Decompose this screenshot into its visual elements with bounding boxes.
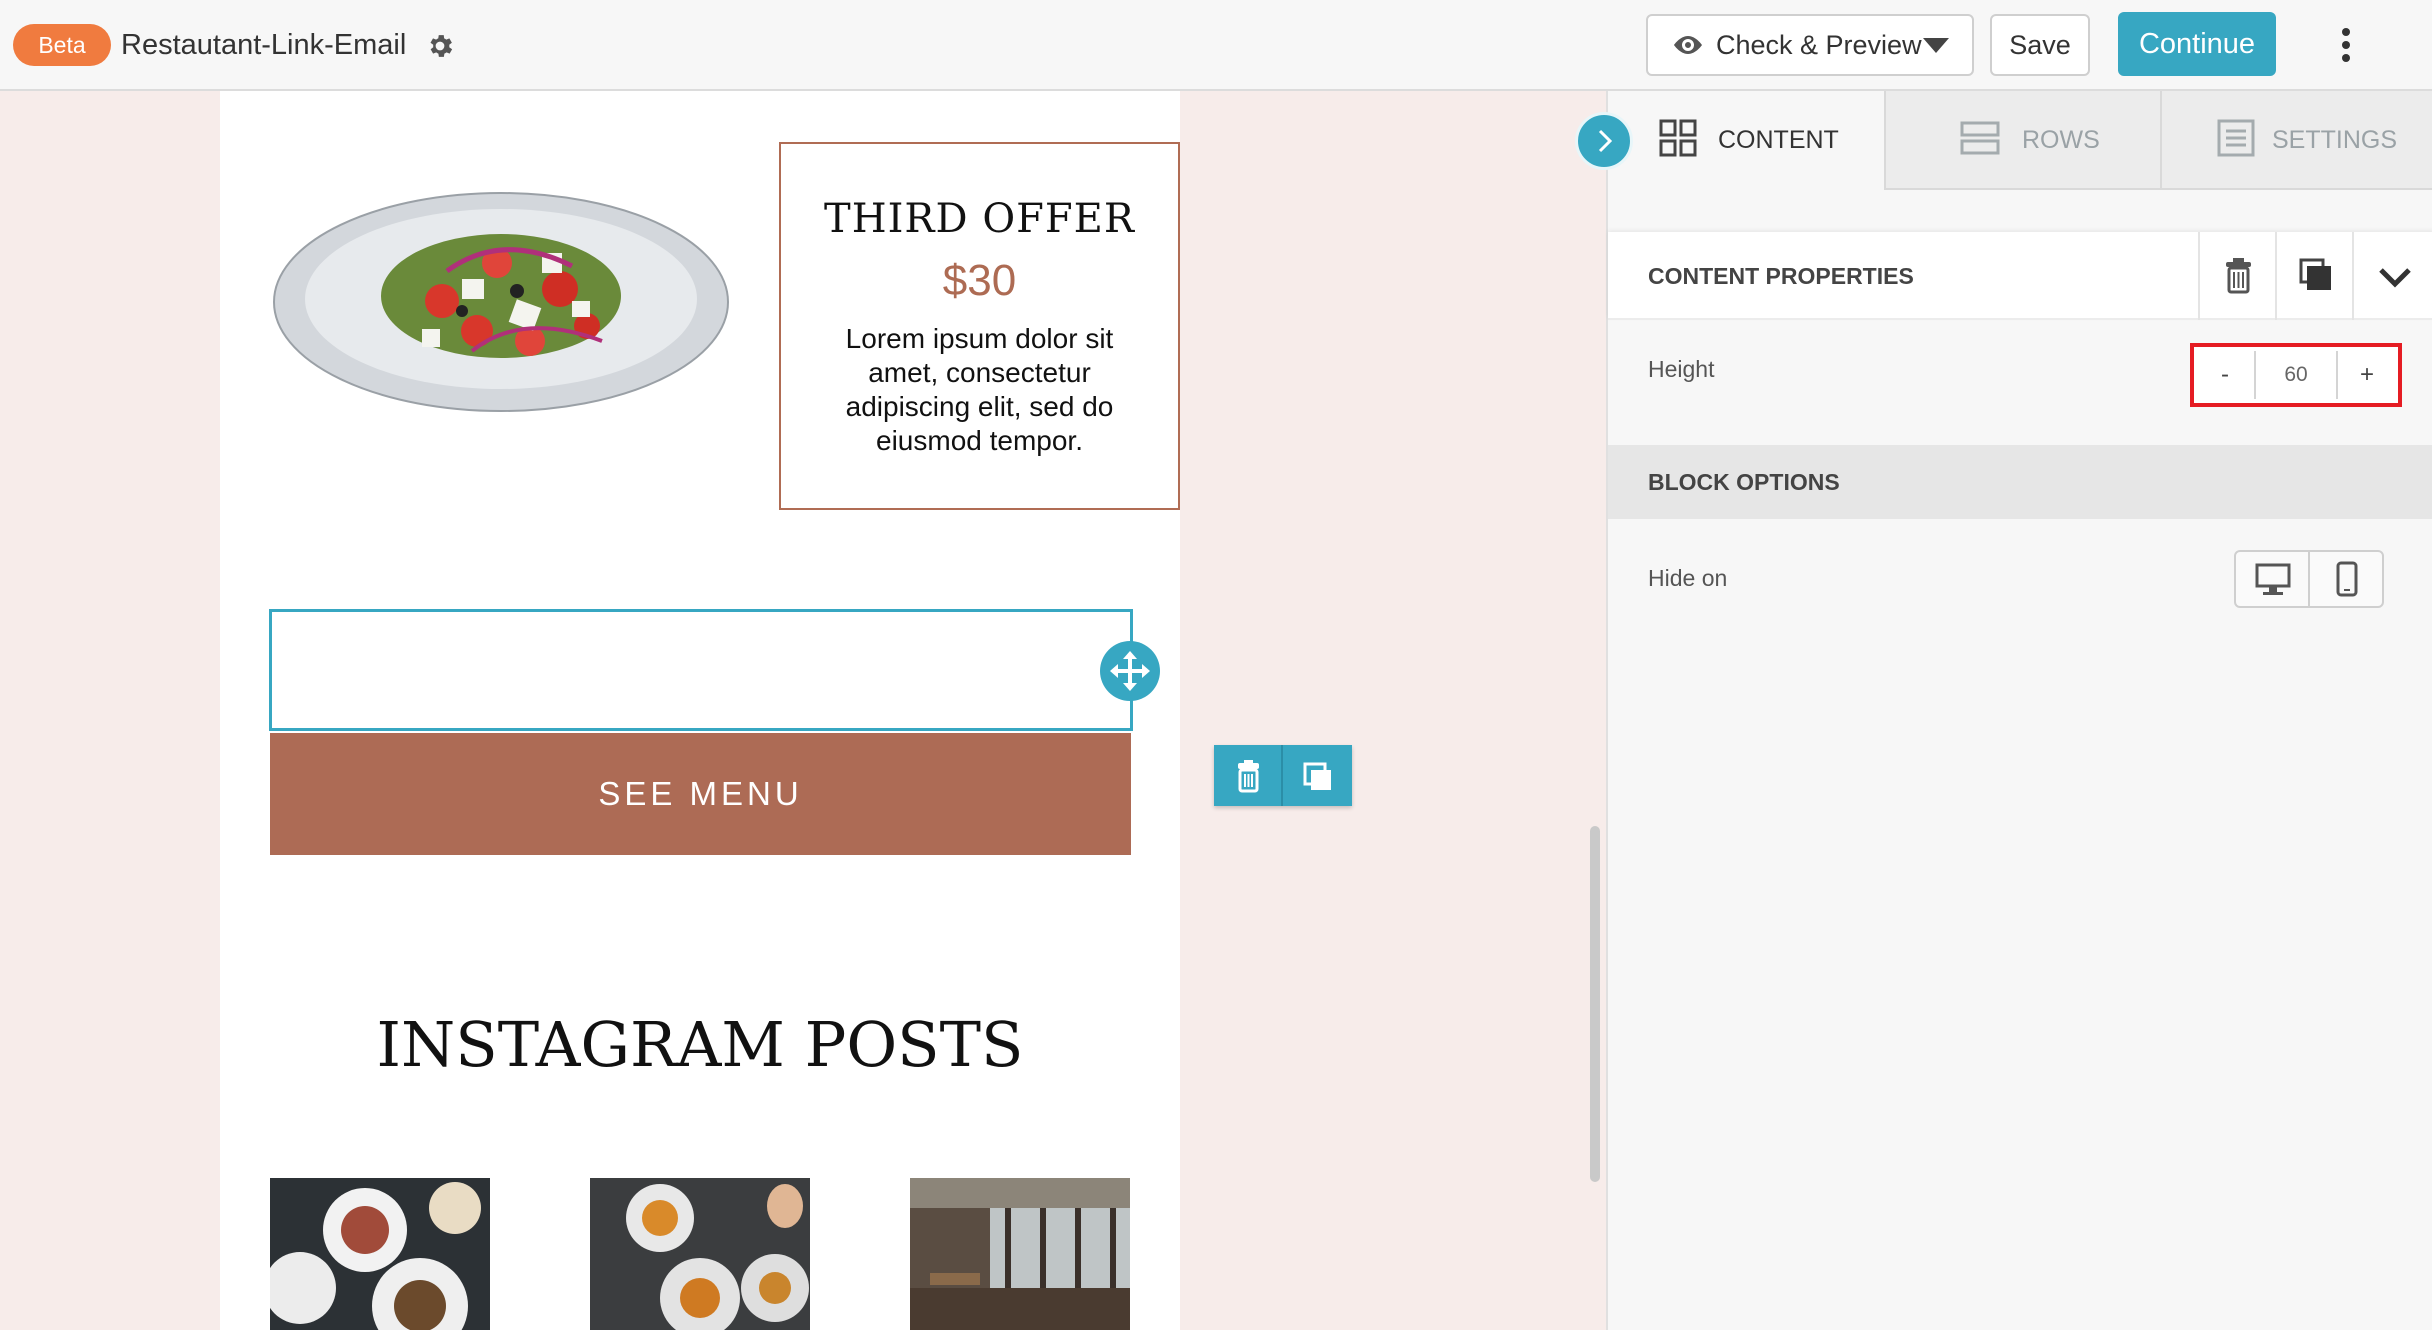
delete-block-button[interactable] <box>1214 745 1283 806</box>
hide-on-desktop-button[interactable] <box>2236 552 2310 606</box>
third-offer-card[interactable]: THIRD OFFER $30 Lorem ipsum dolor sit am… <box>779 142 1180 510</box>
chevron-down-icon <box>2379 268 2411 288</box>
delete-content-button[interactable] <box>2198 232 2275 320</box>
eye-icon <box>1674 36 1702 54</box>
check-preview-label: Check & Preview <box>1716 30 1922 60</box>
offer-price: $30 <box>942 256 1017 305</box>
duplicate-block-button[interactable] <box>1283 745 1352 806</box>
email-canvas: THIRD OFFER $30 Lorem ipsum dolor sit am… <box>0 91 1606 1330</box>
chevron-right-icon[interactable] <box>1575 112 1633 170</box>
height-stepper: - 60 + <box>2190 343 2402 407</box>
block-toolbar <box>1214 745 1352 806</box>
desktop-icon <box>2255 563 2291 595</box>
hide-on-device-toggle <box>2234 550 2384 608</box>
content-properties-header: CONTENT PROPERTIES <box>1608 232 2432 320</box>
properties-panel: CONTENT ROWS SETTINGS CONTENT PROPERTIES <box>1606 91 2432 1330</box>
rows-icon <box>1960 121 2000 155</box>
canvas-scrollbar[interactable] <box>1590 826 1600 1182</box>
height-input[interactable]: 60 <box>2254 351 2338 399</box>
salad-plate-image[interactable] <box>272 191 730 413</box>
tab-content-label: CONTENT <box>1718 126 1839 154</box>
selected-spacer-block[interactable] <box>269 609 1133 731</box>
offer-title: THIRD OFFER <box>824 196 1135 242</box>
height-increase-button[interactable]: + <box>2340 351 2394 399</box>
hide-on-mobile-button[interactable] <box>2310 552 2384 606</box>
offer-description: Lorem ipsum dolor sit amet, consectetur … <box>845 323 1114 456</box>
continue-button[interactable]: Continue <box>2118 12 2276 76</box>
mobile-icon <box>2336 561 2358 597</box>
duplicate-content-button[interactable] <box>2275 232 2352 320</box>
instagram-post-image-1[interactable] <box>270 1178 490 1330</box>
settings-list-icon <box>2217 119 2255 157</box>
block-options-header: BLOCK OPTIONS <box>1608 445 2432 519</box>
instagram-post-image-3[interactable] <box>910 1178 1130 1330</box>
grid-icon <box>1659 119 1697 157</box>
more-options-icon[interactable] <box>2336 28 2356 64</box>
tab-rows[interactable]: ROWS <box>1884 91 2160 190</box>
gear-icon[interactable] <box>425 31 455 61</box>
move-icon[interactable] <box>1100 641 1160 701</box>
tab-content[interactable]: CONTENT <box>1608 91 1884 190</box>
collapse-properties-button[interactable] <box>2352 232 2432 320</box>
project-name[interactable]: Restautant-Link-Email <box>121 26 406 64</box>
trash-icon <box>2226 258 2251 294</box>
chevron-down-icon <box>1923 38 1949 53</box>
content-properties-title: CONTENT PROPERTIES <box>1648 263 1914 289</box>
save-button[interactable]: Save <box>1990 14 2090 76</box>
trash-icon <box>1238 760 1259 793</box>
hide-on-row: Hide on <box>1608 535 2432 621</box>
instagram-post-image-2[interactable] <box>590 1178 810 1330</box>
panel-tabs: CONTENT ROWS SETTINGS <box>1608 91 2432 190</box>
email-body: THIRD OFFER $30 Lorem ipsum dolor sit am… <box>220 91 1352 1330</box>
instagram-posts-heading: INSTAGRAM POSTS <box>376 1008 1024 1081</box>
tab-settings[interactable]: SETTINGS <box>2160 91 2432 190</box>
see-menu-button[interactable]: SEE MENU <box>270 733 1131 855</box>
height-decrease-button[interactable]: - <box>2198 351 2252 399</box>
tab-settings-label: SETTINGS <box>2272 126 2398 154</box>
hide-on-label: Hide on <box>1648 565 1728 591</box>
check-preview-button[interactable]: Check & Preview <box>1646 14 1974 76</box>
top-bar: Beta Restautant-Link-Email Check & Previ… <box>0 0 2432 91</box>
duplicate-icon <box>2299 258 2331 290</box>
block-options-title: BLOCK OPTIONS <box>1648 469 1840 495</box>
height-row: Height - 60 + <box>1608 320 2432 419</box>
tab-rows-label: ROWS <box>2022 126 2100 154</box>
duplicate-icon <box>1303 762 1331 790</box>
height-label: Height <box>1648 356 1715 382</box>
beta-badge: Beta <box>13 24 111 66</box>
